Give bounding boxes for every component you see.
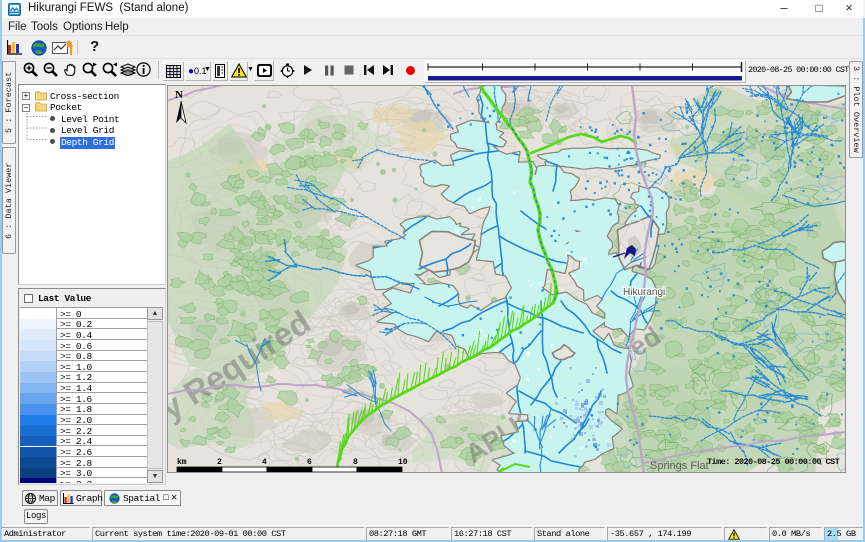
svg-text:km: km: [177, 458, 187, 467]
svg-text:Hikurangi: Hikurangi: [623, 287, 665, 298]
svg-text:8: 8: [353, 458, 358, 467]
svg-text:2: 2: [217, 458, 222, 467]
svg-text:10: 10: [398, 458, 408, 467]
svg-text:N: N: [175, 89, 183, 101]
svg-text:Springs Flat: Springs Flat: [650, 460, 709, 472]
svg-text:4: 4: [262, 458, 267, 467]
svg-text:Time: 2020-08-25 00:00:00 CST: Time: 2020-08-25 00:00:00 CST: [707, 457, 840, 467]
svg-text:6: 6: [307, 458, 312, 467]
